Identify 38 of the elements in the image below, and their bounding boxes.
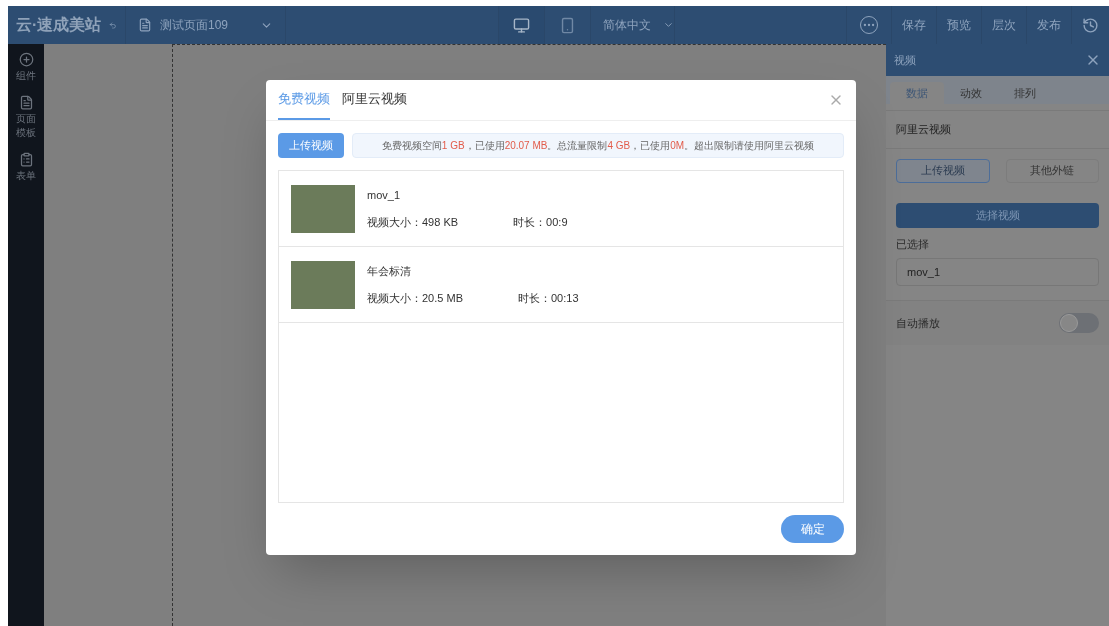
autoplay-toggle[interactable]: [1059, 313, 1099, 333]
video-item[interactable]: mov_1 视频大小：498 KB 时长：00:9: [279, 171, 843, 247]
panel-tab[interactable]: 数据: [890, 82, 944, 104]
photo-placeholder: [291, 184, 355, 233]
dialog-tab[interactable]: 免费视频: [278, 80, 330, 120]
section-title: 阿里云视频: [895, 122, 952, 137]
panel-title: 视频: [894, 52, 916, 68]
autoplay-label: 自动播放: [896, 315, 940, 331]
select-video-button[interactable]: 选择视频: [896, 202, 1099, 228]
panel-tab[interactable]: 动效: [944, 82, 998, 104]
video-item[interactable]: 年会标清 视频大小：20.5 MB 时长：00:13: [279, 247, 843, 323]
quota-notice: 免费视频空间1 GB，已使用20.07 MB。总流量限制4 GB，已使用0M。超出限制请使用阿里云视频: [352, 133, 844, 158]
document-icon: [18, 95, 34, 110]
history-icon[interactable]: [1082, 16, 1099, 34]
plus-circle-icon: [18, 52, 34, 67]
confirm-button[interactable]: 确定: [781, 515, 844, 543]
video-name: mov_1: [367, 188, 402, 203]
sidebar-item[interactable]: 组件: [16, 52, 36, 83]
video-size: 视频大小：20.5 MB: [367, 290, 463, 306]
page-icon: [138, 18, 152, 32]
monitor-icon: [513, 16, 530, 34]
selected-video-field[interactable]: mov_1: [896, 258, 1099, 286]
source-button[interactable]: 上传视频: [896, 158, 990, 183]
phone-icon: [559, 16, 576, 34]
video-duration: 时长：00:9: [513, 214, 568, 230]
video-name: 年会标清: [367, 264, 412, 279]
sidebar-item[interactable]: 页面模板: [16, 95, 36, 140]
photo-placeholder: [291, 260, 355, 309]
sidebar-item[interactable]: 表单: [16, 152, 36, 183]
upload-video-button[interactable]: 上传视频: [278, 133, 344, 158]
clipboard-icon: [18, 152, 34, 167]
panel-tab[interactable]: 排列: [998, 82, 1052, 104]
source-button[interactable]: 其他外链: [1005, 158, 1099, 183]
logo: 云·速成美站: [16, 15, 102, 35]
selected-label: 已选择: [895, 236, 930, 252]
video-size: 视频大小：498 KB: [367, 214, 459, 230]
dialog-tab[interactable]: 阿里云视频: [342, 80, 407, 120]
video-duration: 时长：00:13: [517, 290, 579, 306]
